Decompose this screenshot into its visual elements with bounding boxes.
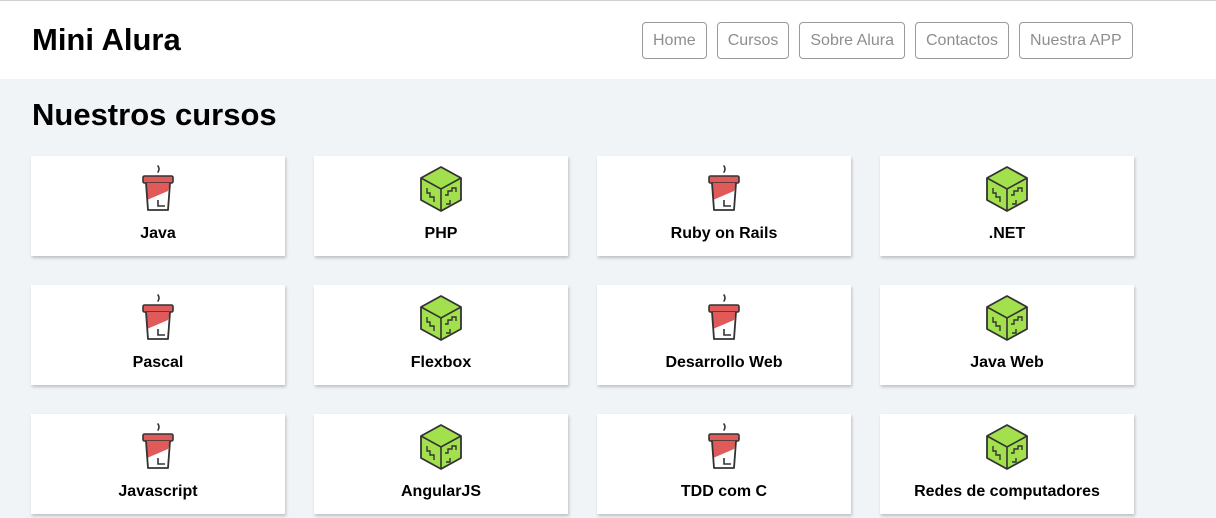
cube-icon — [417, 293, 465, 345]
nav-sobre-alura-button[interactable]: Sobre Alura — [799, 22, 905, 59]
main-nav: Home Cursos Sobre Alura Contactos Nuestr… — [642, 22, 1133, 59]
nav-cursos-button[interactable]: Cursos — [716, 22, 790, 59]
coffee-cup-icon — [700, 164, 748, 216]
course-card[interactable]: AngularJS — [314, 414, 568, 514]
course-label: Ruby on Rails — [670, 225, 778, 242]
site-header: Mini Alura Home Cursos Sobre Alura Conta… — [0, 0, 1216, 79]
cube-icon — [417, 422, 465, 474]
course-label: Pascal — [132, 354, 184, 371]
coffee-cup-icon — [134, 164, 182, 216]
cube-icon — [983, 293, 1031, 345]
course-card[interactable]: Java Web — [880, 285, 1134, 385]
course-card[interactable]: Redes de computadores — [880, 414, 1134, 514]
site-logo[interactable]: Mini Alura — [32, 21, 181, 59]
nav-app-button[interactable]: Nuestra APP — [1019, 22, 1133, 59]
course-card[interactable]: Flexbox — [314, 285, 568, 385]
cube-icon — [983, 422, 1031, 474]
course-label: TDD com C — [680, 483, 768, 500]
course-label: Java Web — [970, 354, 1044, 371]
cube-icon — [983, 164, 1031, 216]
course-card[interactable]: Javascript — [31, 414, 285, 514]
course-card[interactable]: Desarrollo Web — [597, 285, 851, 385]
course-label: .NET — [988, 225, 1026, 242]
nav-contactos-button[interactable]: Contactos — [914, 22, 1010, 59]
cube-icon — [417, 164, 465, 216]
course-card[interactable]: PHP — [314, 156, 568, 256]
coffee-cup-icon — [700, 293, 748, 345]
course-label: Javascript — [118, 483, 198, 500]
course-label: Desarrollo Web — [665, 354, 783, 371]
page-title: Nuestros cursos — [32, 97, 277, 132]
course-label: Redes de computadores — [914, 483, 1100, 500]
course-label: AngularJS — [400, 483, 481, 500]
course-label: Java — [140, 225, 176, 242]
course-card[interactable]: TDD com C — [597, 414, 851, 514]
course-grid: Java PHP Ruby on Rails .NET Pascal Flexb… — [31, 156, 1134, 514]
nav-home-button[interactable]: Home — [642, 22, 707, 59]
course-card[interactable]: Java — [31, 156, 285, 256]
coffee-cup-icon — [700, 422, 748, 474]
coffee-cup-icon — [134, 422, 182, 474]
course-card[interactable]: .NET — [880, 156, 1134, 256]
course-label: Flexbox — [410, 354, 472, 371]
coffee-cup-icon — [134, 293, 182, 345]
course-card[interactable]: Ruby on Rails — [597, 156, 851, 256]
course-label: PHP — [424, 225, 458, 242]
course-card[interactable]: Pascal — [31, 285, 285, 385]
